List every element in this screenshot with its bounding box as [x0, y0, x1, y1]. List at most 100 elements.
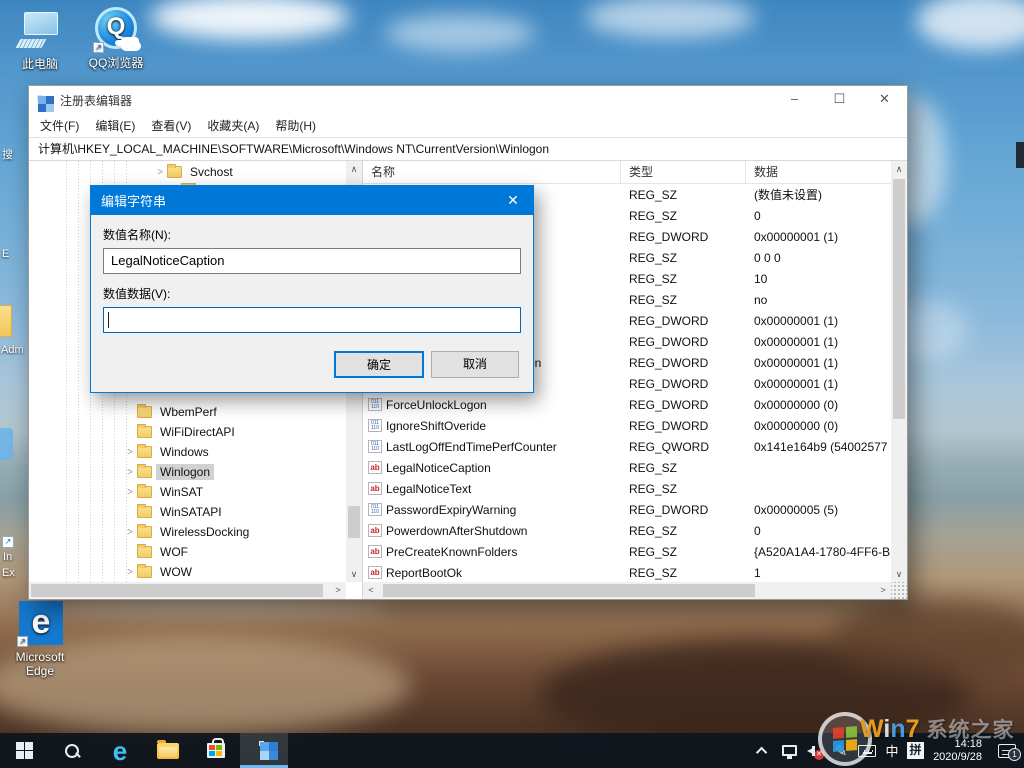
- value-row[interactable]: abPreCreateKnownFoldersREG_SZ{A520A1A4-1…: [363, 541, 907, 562]
- cloud: [585, 0, 755, 38]
- value-type: REG_DWORD: [621, 503, 746, 517]
- ime-mode-indicator[interactable]: 中: [880, 741, 904, 760]
- expand-arrow-icon[interactable]: >: [123, 487, 137, 498]
- shortcut-arrow-icon: ↗: [93, 42, 104, 53]
- dialog-titlebar[interactable]: 编辑字符串 ✕: [91, 186, 533, 215]
- scroll-left-icon[interactable]: <: [363, 582, 379, 598]
- column-header-data[interactable]: 数据: [746, 161, 907, 183]
- value-row[interactable]: abReportBootOkREG_SZ1: [363, 562, 907, 583]
- value-data: 0x00000000 (0): [746, 419, 907, 433]
- edge-icon: e: [113, 736, 127, 766]
- menu-item[interactable]: 文件(F): [32, 114, 87, 137]
- tree-item-windows[interactable]: >Windows: [29, 442, 346, 462]
- expand-arrow-icon[interactable]: >: [123, 567, 137, 578]
- menu-item[interactable]: 帮助(H): [267, 114, 324, 137]
- taskbar-store-button[interactable]: [192, 733, 240, 768]
- value-row[interactable]: 011110IgnoreShiftOverideREG_DWORD0x00000…: [363, 415, 907, 436]
- tree-item-wifidirectapi[interactable]: WiFiDirectAPI: [29, 422, 346, 442]
- list-header[interactable]: 名称 类型 数据: [363, 161, 907, 184]
- tree-item-wof[interactable]: WOF: [29, 542, 346, 562]
- expand-arrow-icon[interactable]: >: [123, 527, 137, 538]
- address-bar[interactable]: 计算机\HKEY_LOCAL_MACHINE\SOFTWARE\Microsof…: [29, 137, 907, 161]
- scroll-down-icon[interactable]: ∨: [891, 566, 907, 582]
- action-center-button[interactable]: 1: [990, 733, 1024, 768]
- menu-item[interactable]: 查看(V): [143, 114, 199, 137]
- tree-item-wow[interactable]: > WOW: [29, 562, 346, 582]
- desktop-icon-qq-browser[interactable]: Q ↗ QQ浏览器: [78, 7, 154, 71]
- clipped-folder-icon[interactable]: [0, 305, 12, 337]
- tray-touch-keyboard-button[interactable]: [854, 733, 880, 768]
- scroll-up-icon[interactable]: ∧: [891, 161, 907, 177]
- tree-item-wirelessdocking[interactable]: >WirelessDocking: [29, 522, 346, 542]
- speaker-muted-icon: ✕: [807, 744, 823, 758]
- value-row[interactable]: abLegalNoticeCaptionREG_SZ: [363, 457, 907, 478]
- string-value-icon: ab: [368, 545, 382, 558]
- folder-icon: [137, 526, 152, 538]
- value-row[interactable]: 011110LastLogOffEndTimePerfCounterREG_QW…: [363, 436, 907, 457]
- taskbar-explorer-button[interactable]: [144, 733, 192, 768]
- tree-item-label: WinSAT: [156, 484, 207, 500]
- column-header-name[interactable]: 名称: [363, 161, 621, 183]
- tray-volume-button[interactable]: ✕: [802, 733, 828, 768]
- scroll-up-icon[interactable]: ∧: [346, 161, 362, 177]
- desktop-icon-this-pc[interactable]: 此电脑: [2, 8, 78, 72]
- tray-pen-button[interactable]: ✎: [828, 733, 854, 768]
- minimize-button[interactable]: –: [772, 86, 817, 114]
- value-name: PreCreateKnownFolders: [386, 545, 517, 559]
- value-row[interactable]: 011110ForceUnlockLogonREG_DWORD0x0000000…: [363, 394, 907, 415]
- scroll-down-icon[interactable]: ∨: [346, 566, 362, 582]
- list-vertical-scrollbar[interactable]: ∧ ∨: [891, 161, 907, 582]
- tree-item-wbemperf[interactable]: WbemPerf: [29, 402, 346, 422]
- taskbar-regedit-button[interactable]: [240, 733, 288, 768]
- taskbar-search-button[interactable]: [48, 733, 96, 768]
- column-header-type[interactable]: 类型: [621, 161, 746, 183]
- tray-network-button[interactable]: [776, 733, 802, 768]
- clipped-shortcut-icon[interactable]: ↗: [2, 536, 14, 548]
- dword-value-icon: 011110: [368, 398, 382, 411]
- desktop-icon-edge[interactable]: e ↗ Microsoft Edge: [2, 601, 78, 678]
- value-name-field[interactable]: LegalNoticeCaption: [103, 248, 521, 274]
- value-type: REG_DWORD: [621, 335, 746, 349]
- value-row[interactable]: abPowerdownAfterShutdownREG_SZ0: [363, 520, 907, 541]
- value-data-input[interactable]: [103, 307, 521, 333]
- value-row[interactable]: abLegalNoticeTextREG_SZ: [363, 478, 907, 499]
- tree-horizontal-scrollbar[interactable]: >: [29, 582, 346, 599]
- scroll-right-icon[interactable]: >: [330, 582, 346, 598]
- tree-item-winsatapi[interactable]: WinSATAPI: [29, 502, 346, 522]
- microsoft-store-icon: [207, 743, 225, 758]
- cancel-button[interactable]: 取消: [431, 351, 519, 378]
- close-button[interactable]: ✕: [862, 86, 907, 114]
- menu-item[interactable]: 编辑(E): [87, 114, 143, 137]
- expand-arrow-icon[interactable]: >: [123, 447, 137, 458]
- folder-icon: [137, 446, 152, 458]
- window-titlebar[interactable]: 注册表编辑器 – ☐ ✕: [29, 86, 907, 114]
- scroll-right-icon[interactable]: >: [875, 582, 891, 598]
- tray-expand-button[interactable]: [750, 733, 776, 768]
- expand-arrow-icon[interactable]: >: [123, 467, 137, 478]
- dialog-close-icon[interactable]: ✕: [493, 186, 533, 215]
- tree-item-svchost[interactable]: >Svchost: [29, 162, 346, 182]
- tree-item-label: WOW: [156, 564, 196, 580]
- dword-value-icon: 011110: [368, 419, 382, 432]
- taskbar-clock[interactable]: 14:18 2020/9/28: [927, 738, 990, 764]
- expand-arrow-icon[interactable]: >: [153, 167, 167, 178]
- notification-icon: 1: [998, 744, 1016, 758]
- value-name: LastLogOffEndTimePerfCounter: [386, 440, 557, 454]
- value-name: ReportBootOk: [386, 566, 462, 580]
- start-button[interactable]: [0, 733, 48, 768]
- tree-item-label: WbemPerf: [156, 404, 221, 420]
- ok-button[interactable]: 确定: [334, 351, 424, 378]
- shortcut-arrow-icon: ↗: [17, 636, 28, 647]
- value-name: LegalNoticeCaption: [386, 461, 491, 475]
- dword-value-icon: 011110: [368, 503, 382, 516]
- clipped-blue-icon[interactable]: [0, 428, 13, 460]
- pinyin-indicator[interactable]: 拼: [907, 742, 924, 759]
- tree-item-winsat[interactable]: > WinSAT: [29, 482, 346, 502]
- menu-item[interactable]: 收藏夹(A): [199, 114, 267, 137]
- taskbar-edge-button[interactable]: e: [96, 733, 144, 768]
- list-horizontal-scrollbar[interactable]: < >: [363, 582, 891, 599]
- value-row[interactable]: 011110PasswordExpiryWarningREG_DWORD0x00…: [363, 499, 907, 520]
- resize-grip[interactable]: [891, 582, 907, 599]
- tree-item-winlogon[interactable]: >Winlogon: [29, 462, 346, 482]
- maximize-button[interactable]: ☐: [817, 86, 862, 114]
